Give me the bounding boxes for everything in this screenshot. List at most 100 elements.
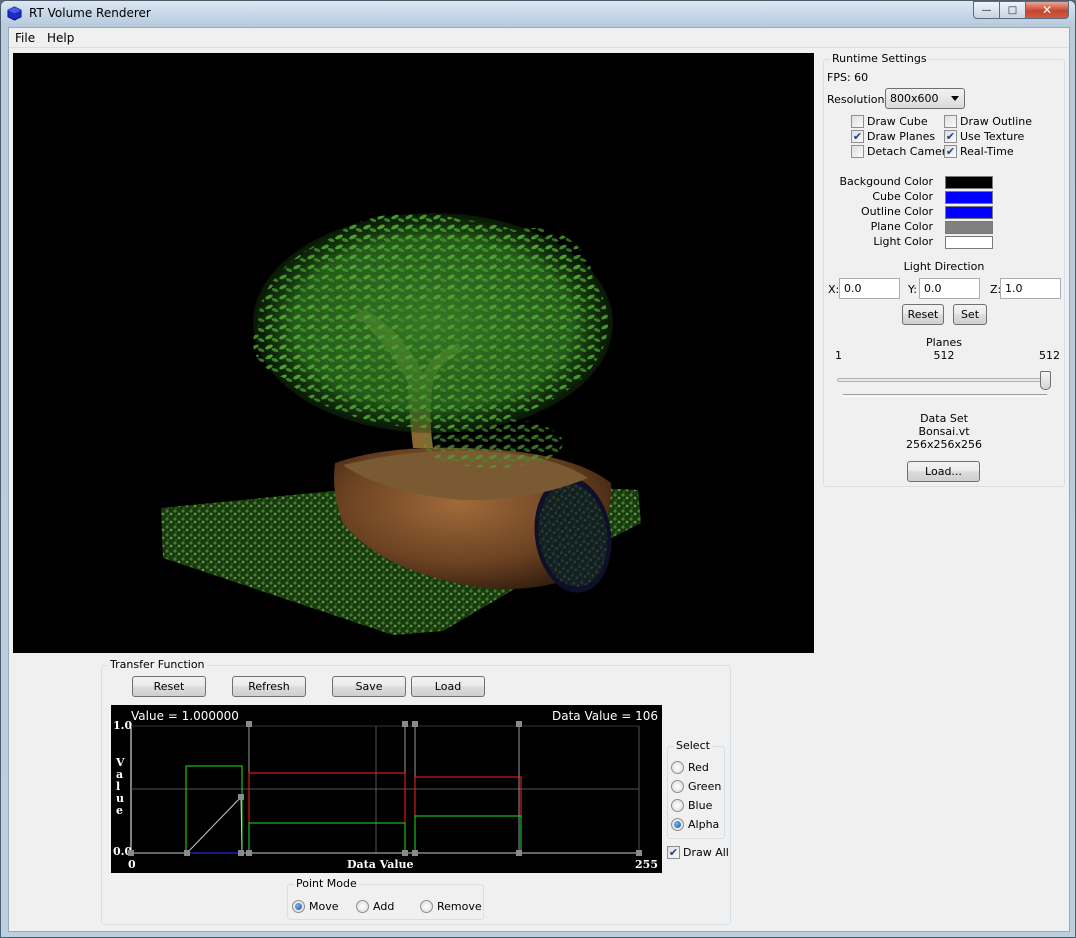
checkbox-label: Draw Cube (867, 115, 928, 128)
checkbox-box (851, 145, 864, 158)
dataset-name: Bonsai.vt (918, 425, 970, 438)
close-button[interactable]: ✕ (1025, 1, 1069, 19)
menu-file[interactable]: File (15, 31, 35, 45)
radio-label: Add (373, 900, 395, 913)
planes-title: Planes (926, 336, 962, 349)
dataset-load-button[interactable]: Load... (907, 461, 980, 482)
point-mode-remove-radio[interactable]: Remove (420, 900, 482, 913)
tf-control-point[interactable] (402, 850, 408, 856)
point-mode-title: Point Mode (294, 877, 359, 890)
light-x-field[interactable]: 0.0 (839, 278, 900, 299)
tf-green-curve (185, 765, 243, 853)
checkbox-box: ✔ (851, 130, 864, 143)
tf-control-point[interactable] (516, 850, 522, 856)
checkbox-box (851, 115, 864, 128)
tf-control-point[interactable] (516, 721, 522, 727)
planes-slider-thumb[interactable] (1040, 371, 1051, 390)
minimize-icon: — (981, 4, 992, 16)
transfer-function-canvas[interactable]: Value = 1.000000 Data Value = 106 1.0 0.… (111, 705, 662, 873)
light-x-label: X: (828, 283, 840, 296)
tf-control-point[interactable] (636, 850, 642, 856)
draw-outline-checkbox[interactable]: Draw Outline (944, 115, 1032, 128)
radio-label: Alpha (688, 818, 720, 831)
light-color-swatch[interactable] (945, 236, 993, 249)
planes-slider-track[interactable] (837, 378, 1051, 382)
light-reset-button[interactable]: Reset (902, 304, 944, 325)
draw-planes-checkbox[interactable]: ✔ Draw Planes (851, 130, 935, 143)
tf-reset-button[interactable]: Reset (132, 676, 206, 697)
radio-label: Red (688, 761, 709, 774)
checkbox-label: Detach Camera (867, 145, 953, 158)
light-y-field[interactable]: 0.0 (919, 278, 980, 299)
tf-save-button[interactable]: Save (332, 676, 406, 697)
resolution-dropdown[interactable]: 800x600 (885, 88, 965, 109)
radio-dot (671, 818, 684, 831)
radio-label: Move (309, 900, 339, 913)
point-mode-move-radio[interactable]: Move (292, 900, 339, 913)
tf-control-point[interactable] (128, 850, 134, 856)
radio-dot (671, 780, 684, 793)
radio-dot (671, 799, 684, 812)
tf-load-button[interactable]: Load (411, 676, 485, 697)
tf-control-point[interactable] (238, 794, 244, 800)
background-color-label: Backgound Color (839, 175, 933, 188)
radio-dot (420, 900, 433, 913)
tf-red-curve (248, 772, 406, 853)
cube-color-label: Cube Color (872, 190, 933, 203)
tf-control-point[interactable] (238, 850, 244, 856)
light-z-value: 1.0 (1005, 282, 1023, 295)
plane-color-swatch[interactable] (945, 221, 993, 234)
radio-dot (671, 761, 684, 774)
radio-dot (292, 900, 305, 913)
tf-refresh-button[interactable]: Refresh (232, 676, 306, 697)
draw-all-checkbox[interactable]: ✔ Draw All (667, 846, 729, 859)
background-color-swatch[interactable] (945, 176, 993, 189)
render-viewport[interactable] (13, 53, 814, 653)
tf-control-point[interactable] (412, 721, 418, 727)
chevron-down-icon (951, 96, 959, 101)
select-red-radio[interactable]: Red (671, 761, 709, 774)
radio-label: Green (688, 780, 722, 793)
draw-cube-checkbox[interactable]: Draw Cube (851, 115, 928, 128)
tf-control-point[interactable] (402, 721, 408, 727)
outline-color-swatch[interactable] (945, 206, 993, 219)
close-icon: ✕ (1041, 3, 1053, 17)
menu-help[interactable]: Help (47, 31, 74, 45)
checkbox-label: Draw Planes (867, 130, 936, 143)
tf-control-point[interactable] (412, 850, 418, 856)
tf-red-curve (414, 776, 522, 853)
use-texture-checkbox[interactable]: ✔ Use Texture (944, 130, 1024, 143)
real-time-checkbox[interactable]: ✔ Real-Time (944, 145, 1014, 158)
tf-control-point[interactable] (246, 721, 252, 727)
checkbox-label: Draw All (683, 846, 729, 859)
light-set-button[interactable]: Set (953, 304, 987, 325)
detach-camera-checkbox[interactable]: Detach Camera (851, 145, 953, 158)
select-blue-radio[interactable]: Blue (671, 799, 712, 812)
tf-control-point[interactable] (184, 850, 190, 856)
title-bar[interactable]: RT Volume Renderer — □ ✕ (1, 1, 1075, 27)
checkbox-label: Real-Time (960, 145, 1014, 158)
select-green-radio[interactable]: Green (671, 780, 721, 793)
select-alpha-radio[interactable]: Alpha (671, 818, 719, 831)
light-y-label: Y: (908, 283, 917, 296)
client-area: File Help Runtime Settings FPS: 60 Resol… (8, 27, 1070, 932)
light-x-value: 0.0 (844, 282, 862, 295)
fps-label: FPS: 60 (827, 71, 869, 84)
light-z-field[interactable]: 1.0 (1000, 278, 1061, 299)
dataset-title: Data Set (920, 412, 968, 425)
maximize-icon: □ (1007, 4, 1018, 16)
tf-green-curve (414, 815, 522, 853)
maximize-button[interactable]: □ (999, 1, 1025, 19)
app-cube-icon (7, 6, 22, 21)
resolution-value: 800x600 (890, 92, 939, 105)
point-mode-add-radio[interactable]: Add (356, 900, 394, 913)
minimize-button[interactable]: — (973, 1, 999, 19)
menu-bar: File Help (9, 28, 1069, 48)
tf-control-point[interactable] (246, 850, 252, 856)
light-y-value: 0.0 (924, 282, 942, 295)
light-color-label: Light Color (873, 235, 933, 248)
tf-plot[interactable] (111, 705, 662, 873)
checkbox-box: ✔ (667, 846, 680, 859)
runtime-settings-title: Runtime Settings (830, 52, 929, 65)
cube-color-swatch[interactable] (945, 191, 993, 204)
